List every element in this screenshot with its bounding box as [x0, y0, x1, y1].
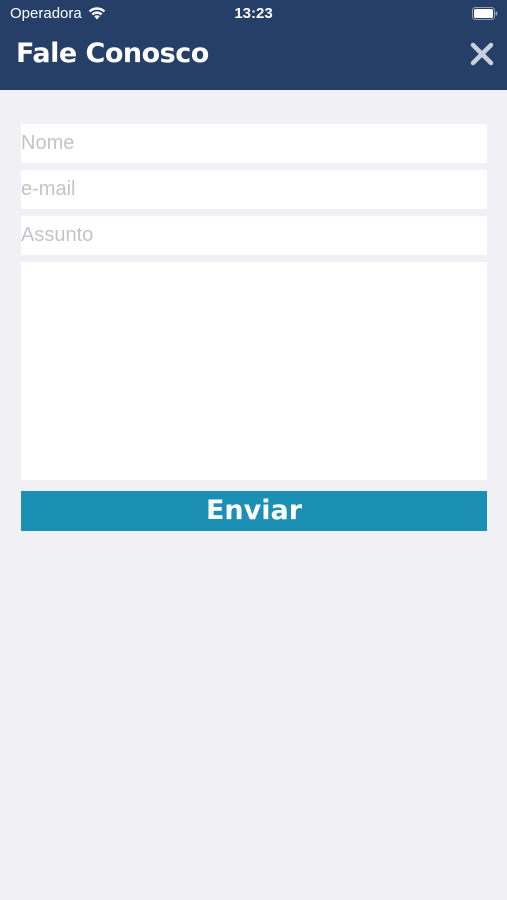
- subject-field[interactable]: [21, 216, 487, 255]
- name-field[interactable]: [21, 124, 487, 163]
- email-field[interactable]: [21, 170, 487, 209]
- send-button[interactable]: Enviar: [21, 491, 487, 531]
- app-header: Operadora 13:23 Fale Conosco: [0, 0, 507, 90]
- close-button[interactable]: [466, 38, 498, 70]
- message-field[interactable]: [21, 262, 487, 480]
- status-time: 13:23: [234, 5, 273, 22]
- status-bar: Operadora 13:23: [0, 0, 507, 28]
- close-icon: [470, 42, 494, 66]
- battery-icon: [472, 7, 498, 20]
- page-title: Fale Conosco: [16, 38, 209, 69]
